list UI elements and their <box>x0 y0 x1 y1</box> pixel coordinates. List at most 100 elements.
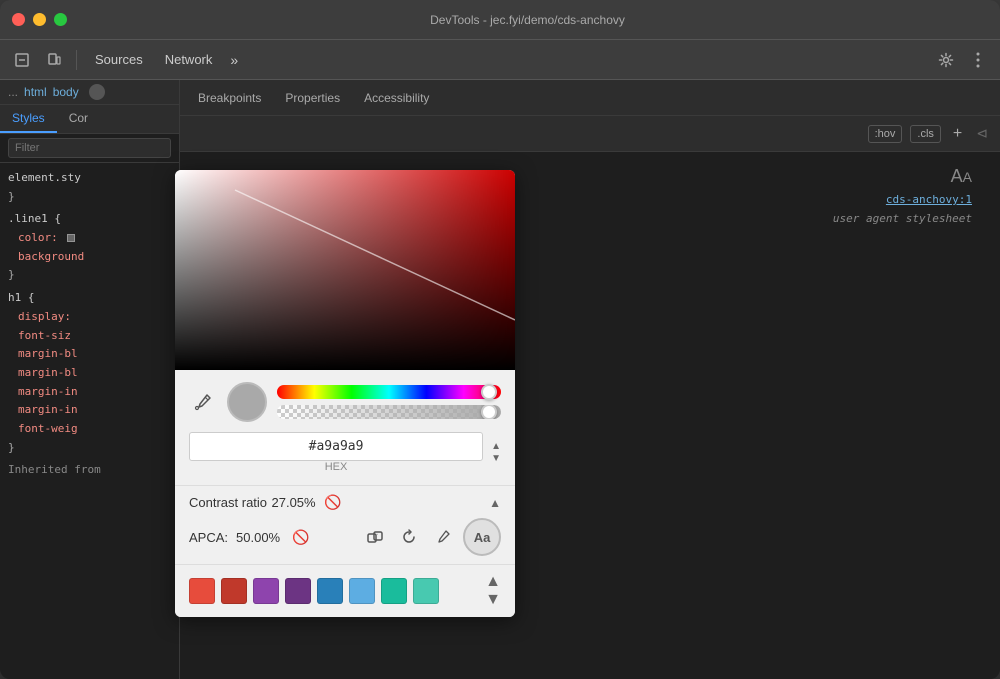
more-icon <box>976 52 980 68</box>
tab-styles[interactable]: Styles <box>0 105 57 133</box>
color-swatch-inline <box>67 234 75 242</box>
refresh-button[interactable] <box>395 523 423 551</box>
contrast-warning-icon: 🚫 <box>324 494 341 510</box>
breadcrumb-ellipsis: ... <box>8 85 18 99</box>
cursor-icon <box>14 52 30 68</box>
css-rule-line1: .line1 { color: background } <box>0 208 179 287</box>
eyedropper2-icon <box>435 529 451 545</box>
apca-label: APCA: <box>189 530 228 545</box>
hex-input-wrapper <box>189 432 483 461</box>
apca-warning-icon: 🚫 <box>292 529 309 546</box>
tab-computed[interactable]: Cor <box>57 105 100 133</box>
copy-link-button[interactable] <box>361 523 389 551</box>
right-content-toolbar: :hov .cls + ⊲ <box>180 116 1000 152</box>
swatches-section: ▲ ▼ <box>175 564 515 617</box>
breadcrumb-body[interactable]: body <box>53 85 79 99</box>
element-indicator <box>89 84 105 100</box>
device-icon-btn[interactable] <box>40 46 68 74</box>
titlebar: DevTools - jec.fyi/demo/cds-anchovy <box>0 0 1000 40</box>
apca-row: APCA: 50.00% 🚫 <box>189 518 501 556</box>
gear-icon <box>938 52 954 68</box>
refresh-rule-icon: ⊲ <box>976 125 988 142</box>
contrast-section: Contrast ratio 27.05% 🚫 ▲ APCA: 50.00% 🚫 <box>175 485 515 564</box>
breadcrumb-bar: ... html body <box>0 80 179 105</box>
swatch-2[interactable] <box>253 578 279 604</box>
hov-button[interactable]: :hov <box>868 125 903 143</box>
apca-actions: Aa <box>361 518 501 556</box>
contrast-label: Contrast ratio <box>189 495 267 510</box>
eyedropper-button[interactable] <box>189 388 217 416</box>
devtools-toolbar: Sources Network » <box>0 40 1000 80</box>
swatch-1[interactable] <box>221 578 247 604</box>
alpha-gradient <box>277 405 501 419</box>
toolbar-right <box>932 46 992 74</box>
window-title: DevTools - jec.fyi/demo/cds-anchovy <box>67 13 988 27</box>
eyedropper-icon <box>194 393 212 411</box>
swatch-5[interactable] <box>349 578 375 604</box>
cursor-icon-btn[interactable] <box>8 46 36 74</box>
filter-input[interactable] <box>8 138 171 158</box>
tab-accessibility[interactable]: Accessibility <box>354 87 439 109</box>
refresh-icon <box>401 529 417 545</box>
eyedropper2-button[interactable] <box>429 523 457 551</box>
swatch-7[interactable] <box>413 578 439 604</box>
color-gradient[interactable] <box>175 170 515 370</box>
css-rule-h1: h1 { display: font-siz margin-bl margin- <box>0 287 179 459</box>
hue-thumb <box>481 384 497 400</box>
inherited-from-text: Inherited from <box>0 459 179 480</box>
controls-row1 <box>189 382 501 422</box>
traffic-lights <box>12 13 67 26</box>
hex-input-block: HEX <box>189 432 483 473</box>
right-tabs-toolbar: Breakpoints Properties Accessibility <box>180 80 1000 116</box>
menu-button[interactable] <box>964 46 992 74</box>
tab-more[interactable]: » <box>224 48 244 72</box>
contrast-value: 27.05% <box>272 495 316 510</box>
maximize-button[interactable] <box>54 13 67 26</box>
hex-label: HEX <box>189 461 483 473</box>
contrast-chevron[interactable]: ▲ <box>489 496 501 510</box>
alpha-slider[interactable] <box>277 405 501 419</box>
sliders-area <box>277 385 501 419</box>
hex-input[interactable] <box>190 433 482 460</box>
style-tabs: Styles Cor <box>0 105 179 134</box>
swatch-3[interactable] <box>285 578 311 604</box>
tab-sources[interactable]: Sources <box>85 48 153 71</box>
cls-button[interactable]: .cls <box>910 125 941 143</box>
link-icon <box>366 528 384 546</box>
breadcrumb-html[interactable]: html <box>24 85 47 99</box>
toolbar-divider <box>76 50 77 70</box>
close-button[interactable] <box>12 13 25 26</box>
alpha-thumb <box>481 405 497 419</box>
filter-bar <box>0 134 179 163</box>
add-rule-button[interactable]: + <box>949 123 966 145</box>
hue-slider[interactable] <box>277 385 501 399</box>
css-selector-element: element.sty <box>8 169 171 188</box>
left-panel: ... html body Styles Cor <box>0 80 180 679</box>
minimize-button[interactable] <box>33 13 46 26</box>
gradient-svg <box>175 170 515 370</box>
devtools-window: DevTools - jec.fyi/demo/cds-anchovy Sour… <box>0 0 1000 679</box>
contrast-row: Contrast ratio 27.05% 🚫 ▲ <box>189 494 501 512</box>
hex-row: HEX ▲ ▼ <box>189 432 501 473</box>
swatch-4[interactable] <box>317 578 343 604</box>
tab-properties[interactable]: Properties <box>275 87 350 109</box>
tab-nav: Sources Network » <box>85 48 928 72</box>
color-picker-popup: HEX ▲ ▼ Contrast ratio 27.05% <box>175 170 515 617</box>
device-icon <box>46 52 62 68</box>
aa-badge[interactable]: Aa <box>463 518 501 556</box>
swatch-6[interactable] <box>381 578 407 604</box>
color-controls: HEX ▲ ▼ <box>175 370 515 485</box>
devtools-body: Sources Network » <box>0 40 1000 679</box>
hex-stepper[interactable]: ▲ ▼ <box>491 441 501 465</box>
swatch-0[interactable] <box>189 578 215 604</box>
color-preview <box>227 382 267 422</box>
apca-value: 50.00% <box>236 530 280 545</box>
source-link-anchor[interactable]: cds-anchovy:1 <box>886 193 972 206</box>
css-content: element.sty } .line1 { color: <box>0 163 179 679</box>
tab-breakpoints[interactable]: Breakpoints <box>188 87 271 109</box>
swatches-stepper[interactable]: ▲ ▼ <box>485 573 501 609</box>
settings-button[interactable] <box>932 46 960 74</box>
css-rule-element: element.sty } <box>0 167 179 208</box>
tab-network[interactable]: Network <box>155 48 223 71</box>
devtools-main: ... html body Styles Cor <box>0 80 1000 679</box>
